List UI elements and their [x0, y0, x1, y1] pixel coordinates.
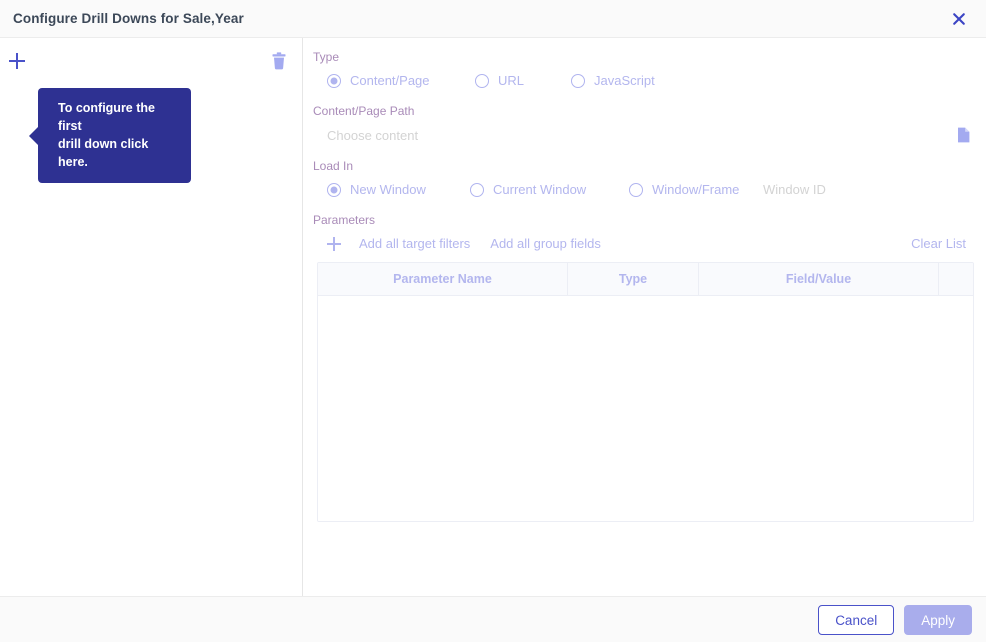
trash-icon[interactable]: [271, 52, 287, 70]
parameters-table: Parameter Name Type Field/Value: [317, 262, 974, 522]
parameters-toolbar: Add all target filters Add all group fie…: [313, 236, 974, 251]
type-radio-group: Content/Page URL JavaScript: [313, 73, 974, 88]
column-header-parameter-name: Parameter Name: [318, 263, 568, 295]
configure-drilldowns-dialog: Configure Drill Downs for Sale,Year To c…: [0, 0, 986, 642]
type-label: Type: [313, 50, 340, 64]
tooltip-line-1: To configure the first: [58, 101, 155, 133]
parameters-table-body: [318, 296, 973, 521]
radio-label: Window/Frame: [652, 182, 740, 197]
parameters-table-header: Parameter Name Type Field/Value: [318, 263, 973, 296]
drilldown-settings-panel: Type Content/Page URL JavaScript Content…: [303, 38, 986, 596]
drilldown-list-panel: To configure the first drill down click …: [0, 38, 303, 596]
load-in-label: Load In: [313, 159, 354, 173]
drilldown-list-toolbar: [0, 38, 302, 70]
content-path-row: [313, 127, 974, 143]
clear-list-button[interactable]: Clear List: [911, 236, 966, 251]
column-header-field-value: Field/Value: [699, 263, 939, 295]
content-path-section: Content/Page Path: [313, 104, 974, 143]
tooltip-line-2: drill down click here.: [58, 137, 149, 169]
radio-type-url[interactable]: URL: [475, 73, 571, 88]
document-icon[interactable]: [957, 127, 970, 143]
radio-indicator: [470, 182, 484, 197]
content-path-label: Content/Page Path: [313, 104, 415, 118]
parameters-label: Parameters: [313, 213, 376, 227]
dialog-title: Configure Drill Downs for Sale,Year: [13, 11, 244, 26]
column-header-actions: [939, 263, 973, 295]
cancel-button[interactable]: Cancel: [818, 604, 895, 635]
plus-icon[interactable]: [9, 53, 25, 69]
add-all-target-filters-button[interactable]: Add all target filters: [359, 236, 470, 251]
radio-label: JavaScript: [594, 73, 655, 88]
radio-indicator: [327, 182, 341, 197]
radio-indicator: [629, 182, 643, 197]
apply-button[interactable]: Apply: [904, 604, 972, 635]
load-in-radio-group: New Window Current Window Window/Frame: [313, 182, 974, 197]
radio-load-window-frame[interactable]: Window/Frame: [629, 182, 763, 197]
radio-label: New Window: [350, 182, 426, 197]
radio-type-javascript[interactable]: JavaScript: [571, 73, 655, 88]
radio-indicator: [327, 73, 341, 88]
window-id-input[interactable]: [763, 182, 939, 197]
radio-load-new-window[interactable]: New Window: [327, 182, 470, 197]
add-all-group-fields-button[interactable]: Add all group fields: [490, 236, 601, 251]
radio-type-content-page[interactable]: Content/Page: [327, 73, 475, 88]
type-section: Type Content/Page URL JavaScript: [313, 50, 974, 88]
radio-indicator: [571, 73, 585, 88]
content-path-input[interactable]: [327, 127, 949, 143]
close-icon[interactable]: [946, 6, 972, 32]
parameters-section: Parameters Add all target filters Add al…: [313, 213, 974, 522]
radio-load-current-window[interactable]: Current Window: [470, 182, 629, 197]
radio-indicator: [475, 73, 489, 88]
radio-label: Content/Page: [350, 73, 430, 88]
drilldown-hint-tooltip: To configure the first drill down click …: [38, 88, 191, 183]
radio-label: URL: [498, 73, 525, 88]
dialog-body: To configure the first drill down click …: [0, 38, 986, 596]
column-header-type: Type: [568, 263, 699, 295]
dialog-header: Configure Drill Downs for Sale,Year: [0, 0, 986, 38]
plus-icon[interactable]: [327, 236, 341, 251]
load-in-section: Load In New Window Current Window Window…: [313, 159, 974, 197]
dialog-footer: Cancel Apply: [0, 596, 986, 642]
radio-label: Current Window: [493, 182, 587, 197]
